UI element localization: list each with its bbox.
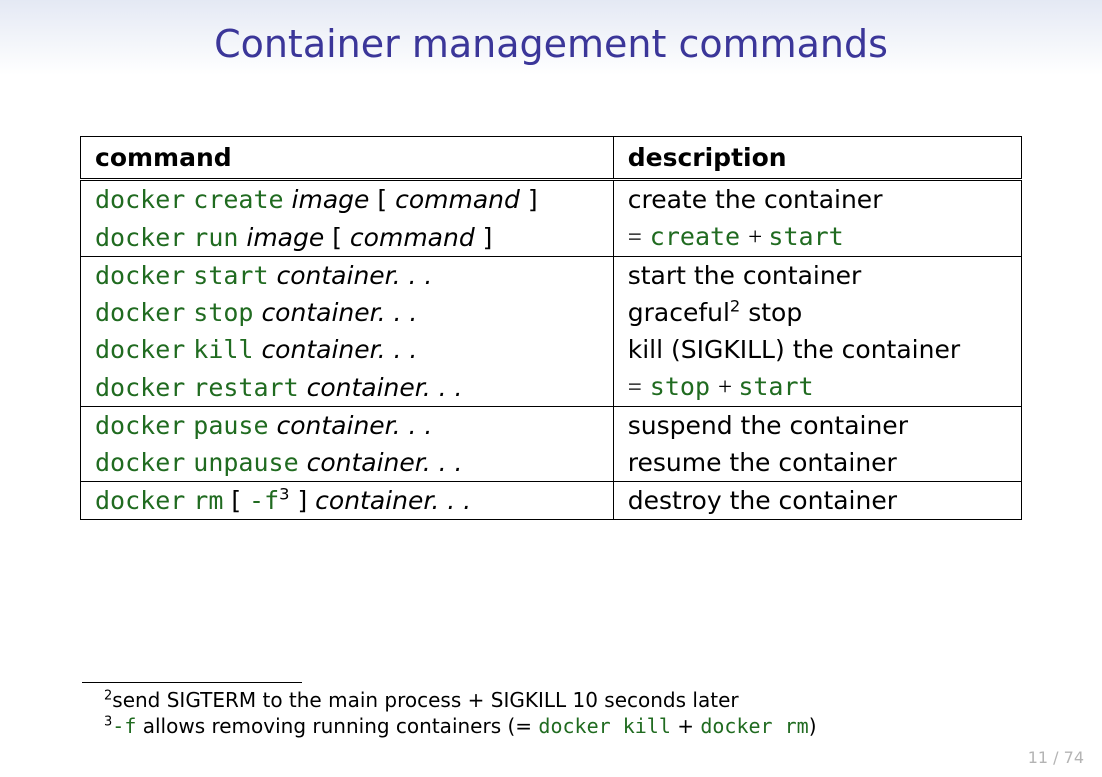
footnote-3-plus: + — [671, 714, 700, 738]
arg-image: image — [292, 185, 370, 214]
slide-title: Container management commands — [0, 0, 1102, 66]
arg-container: container. . . — [261, 335, 417, 364]
table-row: docker rm [ -f3 ] container. . . destroy… — [81, 482, 1022, 520]
header-command: command — [81, 137, 614, 180]
footnote-3-flag: -f — [112, 714, 136, 738]
cell-description: create the container — [613, 180, 1021, 219]
table-header-row: command description — [81, 137, 1022, 180]
content-area: command description docker create image … — [80, 136, 1022, 520]
header-description: description — [613, 137, 1021, 180]
bracket-open: [ — [377, 185, 395, 214]
cell-description: start the container — [613, 257, 1021, 295]
arg-container: container. . . — [276, 411, 432, 440]
cell-description: graceful2 stop — [613, 294, 1021, 331]
arg-image: image — [246, 223, 324, 252]
table-row: docker unpause container. . . resume the… — [81, 444, 1022, 482]
footnote-3-code-b: docker rm — [700, 714, 808, 738]
eq-sign: = — [628, 224, 642, 251]
desc-tail: stop — [740, 298, 802, 327]
footnote-ref-3: 3 — [279, 485, 289, 504]
cell-command: docker start container. . . — [81, 257, 614, 295]
table-row: docker kill container. . . kill (SIGKILL… — [81, 331, 1022, 368]
cell-command: docker create image [ command ] — [81, 180, 614, 219]
code-docker: docker — [95, 486, 185, 515]
code-subcmd: start — [193, 261, 268, 290]
code-subcmd: rm — [193, 486, 223, 515]
footnote-2: 2send SIGTERM to the main process + SIGK… — [104, 687, 1020, 713]
code-subcmd: create — [193, 185, 283, 214]
desc-text: create the container — [628, 185, 883, 214]
code-docker: docker — [95, 261, 185, 290]
arg-container: container. . . — [315, 486, 471, 515]
footnote-3-mid: allows removing running containers (= — [136, 714, 538, 738]
cell-command: docker stop container. . . — [81, 294, 614, 331]
footnote-3-end: ) — [809, 714, 817, 738]
cell-description: resume the container — [613, 444, 1021, 482]
commands-table: command description docker create image … — [80, 136, 1022, 520]
code-docker: docker — [95, 335, 185, 364]
cell-command: docker run image [ command ] — [81, 218, 614, 257]
cell-description: = create + start — [613, 218, 1021, 257]
cell-command: docker rm [ -f3 ] container. . . — [81, 482, 614, 520]
table-row: docker start container. . . start the co… — [81, 257, 1022, 295]
cell-description: destroy the container — [613, 482, 1021, 520]
bracket-close: ] — [290, 486, 308, 515]
bracket-open: [ — [231, 486, 249, 515]
code-start: start — [768, 222, 843, 251]
footnote-rule — [82, 682, 302, 683]
bracket-close: ] — [520, 185, 538, 214]
desc-graceful: graceful — [628, 298, 730, 327]
code-stop: stop — [650, 372, 710, 401]
table-row: docker stop container. . . graceful2 sto… — [81, 294, 1022, 331]
bracket-close: ] — [475, 223, 493, 252]
arg-container: container. . . — [261, 298, 417, 327]
code-subcmd: restart — [193, 373, 298, 402]
code-create: create — [650, 222, 740, 251]
table-row: docker create image [ command ] create t… — [81, 180, 1022, 219]
code-docker: docker — [95, 223, 185, 252]
footnotes: 2send SIGTERM to the main process + SIGK… — [82, 682, 1020, 739]
plus-sign: + — [718, 374, 738, 401]
eq-sign: = — [628, 374, 642, 401]
plus-sign: + — [748, 224, 768, 251]
code-subcmd: unpause — [193, 448, 298, 477]
footnote-3: 3-f allows removing running containers (… — [104, 713, 1020, 739]
code-docker: docker — [95, 298, 185, 327]
code-subcmd: kill — [193, 335, 253, 364]
table-row: docker run image [ command ] = create + … — [81, 218, 1022, 257]
cell-description: suspend the container — [613, 407, 1021, 445]
code-subcmd: run — [193, 223, 238, 252]
arg-container: container. . . — [307, 373, 463, 402]
arg-command: command — [395, 185, 520, 214]
flag-f: -f — [249, 486, 279, 515]
cell-command: docker restart container. . . — [81, 368, 614, 407]
arg-container: container. . . — [307, 448, 463, 477]
arg-command: command — [350, 223, 475, 252]
code-start: start — [738, 372, 813, 401]
table-row: docker restart container. . . = stop + s… — [81, 368, 1022, 407]
footnote-ref-2: 2 — [730, 297, 740, 316]
cell-command: docker pause container. . . — [81, 407, 614, 445]
page-number: 11 / 74 — [1028, 748, 1084, 767]
cell-command: docker unpause container. . . — [81, 444, 614, 482]
arg-container: container. . . — [276, 261, 432, 290]
footnote-2-text: send SIGTERM to the main process + SIGKI… — [112, 688, 738, 712]
cell-description: kill (SIGKILL) the container — [613, 331, 1021, 368]
code-docker: docker — [95, 185, 185, 214]
table-row: docker pause container. . . suspend the … — [81, 407, 1022, 445]
cell-command: docker kill container. . . — [81, 331, 614, 368]
code-docker: docker — [95, 373, 185, 402]
code-docker: docker — [95, 411, 185, 440]
cell-description: = stop + start — [613, 368, 1021, 407]
code-subcmd: pause — [193, 411, 268, 440]
bracket-open: [ — [332, 223, 350, 252]
footnote-3-code-a: docker kill — [538, 714, 670, 738]
code-docker: docker — [95, 448, 185, 477]
code-subcmd: stop — [193, 298, 253, 327]
